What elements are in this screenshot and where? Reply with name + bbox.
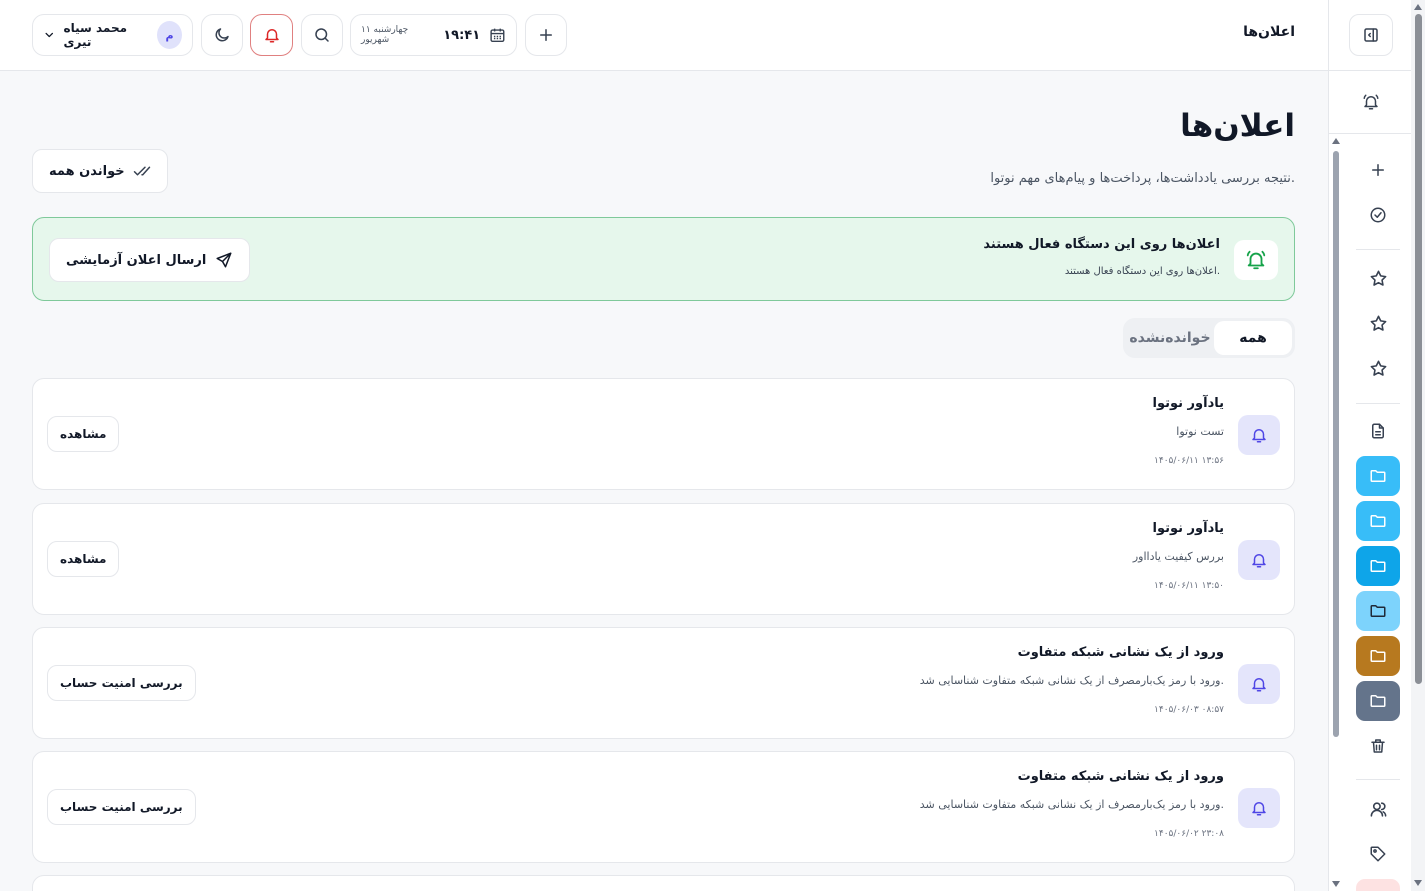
notification-card[interactable]: ورود از یک نشانی شبکه متفاوت ورود با رمز… [32, 751, 1295, 863]
bell-icon [1238, 788, 1280, 828]
sidebar-toggle-icon [1364, 28, 1378, 42]
sidebar-toggle-button[interactable] [1349, 14, 1393, 56]
folder-icon [1370, 515, 1386, 527]
calendar-icon [490, 28, 505, 43]
date-time-display[interactable]: چهارشنبه ۱۱ شهریور ۱۹:۴۱ [350, 14, 517, 56]
star-icon [1370, 360, 1386, 376]
review-account-security-button[interactable]: بررسی امنیت حساب [47, 789, 196, 825]
read-all-button[interactable]: خواندن همه [32, 149, 168, 193]
filter-tabs: همه خوانده‌نشده [1123, 318, 1295, 358]
sidebar-shared[interactable] [1356, 789, 1400, 829]
sidebar-favorite-3[interactable] [1356, 348, 1400, 388]
theme-toggle-button[interactable] [201, 14, 243, 56]
folder-icon [1370, 695, 1386, 707]
notification-title: یادآور نوتوا [1152, 396, 1225, 411]
clock-time: ۱۹:۴۱ [443, 27, 481, 43]
notification-card[interactable]: یادآور نوتوا بررس کیفیت یادااور ۱۴۰۵/۰۶/… [32, 503, 1295, 615]
notification-body: ورود با رمز یک‌بارمصرف از یک نشانی شبکه … [919, 798, 1224, 811]
header-title: اعلان‌ها [1243, 24, 1295, 40]
search-icon [315, 28, 329, 42]
banner-title: اعلان‌ها روی این دستگاه فعال هستند [983, 237, 1220, 252]
add-button[interactable] [525, 14, 567, 56]
double-check-icon [133, 166, 150, 176]
notification-card[interactable]: یادآور نوتوا تست نوتوا ۱۴۰۵/۰۶/۱۱ ۱۳:۵۶ … [32, 378, 1295, 490]
notifications-button[interactable] [250, 14, 293, 56]
page-title: اعلان‌ها [1180, 108, 1295, 144]
notification-title: ورود از یک نشانی شبکه متفاوت [1017, 645, 1224, 660]
check-circle-icon [1370, 207, 1386, 223]
search-button[interactable] [301, 14, 343, 56]
bell-icon [1238, 540, 1280, 580]
notification-time: ۱۴۰۵/۰۶/۰۲ ۲۳:۰۸ [1154, 829, 1224, 839]
clock-day: چهارشنبه ۱۱ شهریور [361, 25, 409, 45]
bell-icon [1238, 664, 1280, 704]
notification-body: بررس کیفیت یادااور [1132, 550, 1224, 563]
notification-body: تست نوتوا [1176, 425, 1224, 438]
sidebar-folder-6[interactable] [1356, 681, 1400, 721]
sidebar-tasks[interactable] [1356, 195, 1400, 235]
folder-icon [1370, 650, 1386, 662]
bell-icon [264, 29, 279, 43]
send-icon [216, 252, 232, 268]
notification-time: ۱۴۰۵/۰۶/۱۱ ۱۳:۵۶ [1154, 456, 1224, 466]
users-icon [1370, 801, 1386, 817]
sidebar-folder-4[interactable] [1356, 591, 1400, 631]
top-header: اعلان‌ها چهارشنبه ۱۱ شهریور ۱۹:۴۱ محمد س… [0, 0, 1328, 71]
tag-icon [1370, 846, 1386, 862]
star-icon [1370, 315, 1386, 331]
push-status-banner: اعلان‌ها روی این دستگاه فعال هستند اعلان… [32, 217, 1295, 301]
plus-icon [540, 29, 552, 41]
sidebar-tags[interactable] [1356, 834, 1400, 874]
document-icon [1372, 423, 1384, 439]
notification-title: یادآور نوتوا [1152, 521, 1225, 536]
window-scrollbar[interactable] [1411, 0, 1425, 891]
bell-icon [1238, 415, 1280, 455]
notification-title: ورود از یک نشانی شبکه متفاوت [1017, 769, 1224, 784]
send-test-label: ارسال اعلان آزمایشی [66, 252, 207, 268]
notification-card[interactable]: ورود از یک نشانی شبکه متفاوت ورود با رمز… [32, 627, 1295, 739]
sidebar-new-note[interactable] [1356, 150, 1400, 190]
read-all-label: خواندن همه [49, 163, 125, 179]
sidebar-folder-3[interactable] [1356, 546, 1400, 586]
sidebar-documents[interactable] [1356, 411, 1400, 451]
user-menu-button[interactable]: محمد سیاه تیری م [32, 14, 193, 56]
tab-unread[interactable]: خوانده‌نشده [1126, 321, 1214, 355]
sidebar-scrollbar[interactable] [1331, 137, 1340, 891]
folder-icon [1370, 605, 1386, 617]
plus-icon [1372, 164, 1384, 176]
sidebar-notifications[interactable] [1329, 70, 1412, 134]
avatar: م [156, 21, 182, 49]
sidebar-trash[interactable] [1356, 726, 1400, 766]
notification-body: ورود با رمز یک‌بارمصرف از یک نشانی شبکه … [919, 674, 1224, 687]
sidebar-favorite-1[interactable] [1356, 258, 1400, 298]
bell-ring-icon [1234, 240, 1278, 280]
notification-time: ۱۴۰۵/۰۶/۰۳ ۰۸:۵۷ [1154, 705, 1224, 715]
sidebar-folder-5[interactable] [1356, 636, 1400, 676]
chevron-down-icon [45, 32, 54, 38]
star-icon [1370, 270, 1386, 286]
view-button[interactable]: مشاهده [47, 416, 120, 452]
moon-icon [215, 28, 229, 42]
notification-time: ۱۴۰۵/۰۶/۱۱ ۱۳:۵۰ [1154, 581, 1224, 591]
trash-icon [1371, 739, 1385, 753]
bell-ring-icon [1363, 94, 1378, 110]
sidebar-item-partial[interactable] [1356, 879, 1400, 891]
sidebar-favorite-2[interactable] [1356, 303, 1400, 343]
folder-icon [1370, 560, 1386, 572]
page-subtitle: نتیجه بررسی یادداشت‌ها، پرداخت‌ها و پیام… [990, 171, 1295, 186]
review-account-security-button[interactable]: بررسی امنیت حساب [47, 665, 196, 701]
send-test-notification-button[interactable]: ارسال اعلان آزمایشی [49, 238, 251, 282]
sidebar [1328, 0, 1425, 891]
sidebar-folder-1[interactable] [1356, 456, 1400, 496]
folder-icon [1370, 470, 1386, 482]
sidebar-folder-2[interactable] [1356, 501, 1400, 541]
user-name: محمد سیاه تیری [63, 21, 128, 49]
view-button[interactable]: مشاهده [47, 541, 120, 577]
banner-subtitle: اعلان‌ها روی این دستگاه فعال هستند. [1064, 266, 1220, 277]
tab-all[interactable]: همه [1214, 321, 1292, 355]
notification-card-partial[interactable] [32, 875, 1295, 891]
